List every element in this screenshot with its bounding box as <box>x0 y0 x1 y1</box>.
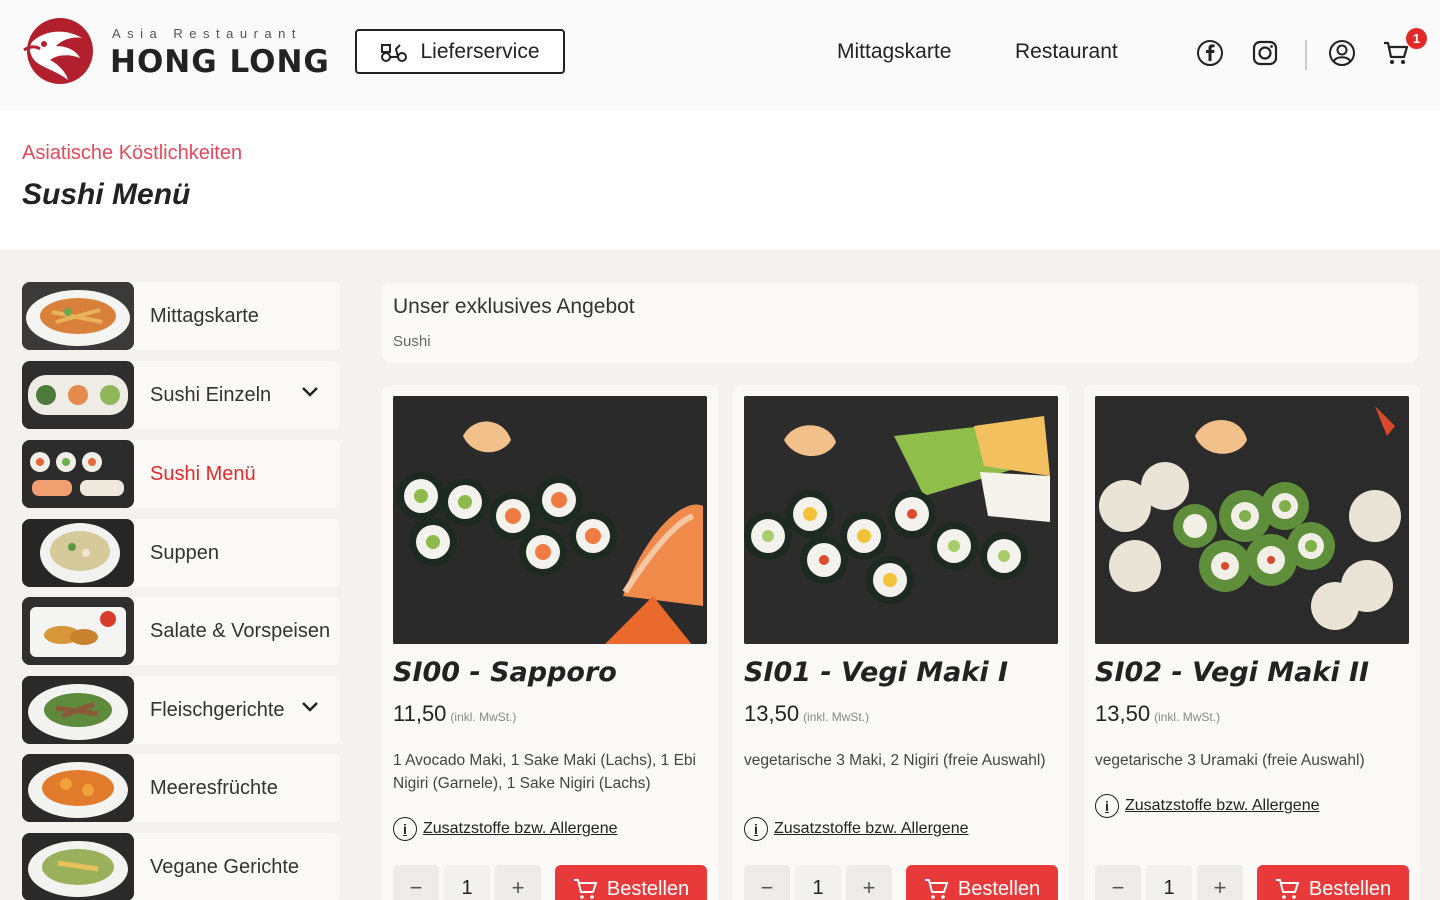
cart-count-badge: 1 <box>1406 28 1427 49</box>
order-label: Bestellen <box>606 877 690 900</box>
page-title: Sushi Menü <box>22 178 191 211</box>
qty-increase-button[interactable]: + <box>1197 865 1243 900</box>
tax-note: (inkl. MwSt.) <box>803 710 870 724</box>
dragon-logo-icon <box>23 18 93 84</box>
sidebar-item-salate-vorspeisen[interactable]: Salate & Vorspeisen <box>22 597 340 665</box>
tax-note: (inkl. MwSt.) <box>450 710 517 724</box>
meeresfruechte-thumbnail <box>22 754 134 822</box>
delivery-button[interactable]: Lieferservice <box>355 29 565 74</box>
qty-increase-button[interactable]: + <box>846 865 892 900</box>
allergen-label: Zusatzstoffe bzw. Allergene <box>774 820 969 837</box>
product-image[interactable] <box>393 396 707 644</box>
scooter-icon <box>381 43 408 62</box>
sidebar-item-sushi-menu[interactable]: Sushi Menü <box>22 440 340 508</box>
delivery-label: Lieferservice <box>420 39 540 63</box>
qty-decrease-button[interactable]: − <box>744 865 790 900</box>
fleischgerichte-thumbnail <box>22 676 134 744</box>
sidebar-label: Fleischgerichte <box>150 698 285 721</box>
sidebar-label: Suppen <box>150 541 219 564</box>
product-description: 1 Avocado Maki, 1 Sake Maki (Lachs), 1 E… <box>393 752 696 792</box>
account-icon[interactable] <box>1327 38 1357 68</box>
qty-decrease-button[interactable]: − <box>1095 865 1141 900</box>
product-image[interactable] <box>744 396 1058 644</box>
cart-icon <box>1275 879 1300 899</box>
order-button[interactable]: Bestellen <box>906 865 1058 900</box>
vegane-gerichte-thumbnail <box>22 833 134 900</box>
sidebar-label: Mittagskarte <box>150 304 259 327</box>
sidebar-item-sushi-einzeln[interactable]: Sushi Einzeln <box>22 361 340 429</box>
site-header: Asia Restaurant HONG LONG Lieferservice … <box>0 0 1440 110</box>
sidebar-label: Meeresfrüchte <box>150 776 278 799</box>
product-card-si00: SI00 - Sapporo 11,50 (inkl. MwSt.) 1 Avoc… <box>382 385 718 900</box>
facebook-icon[interactable] <box>1195 38 1225 68</box>
nav-link-restaurant[interactable]: Restaurant <box>1015 40 1118 64</box>
product-price: 13,50 (inkl. MwSt.) <box>1095 701 1220 727</box>
sidebar-item-vegane-gerichte[interactable]: Vegane Gerichte <box>22 833 340 900</box>
salate-vorspeisen-thumbnail <box>22 597 134 665</box>
instagram-icon[interactable] <box>1250 38 1280 68</box>
price-value: 13,50 <box>744 701 800 726</box>
product-card-si01: SI01 - Vegi Maki I 13,50 (inkl. MwSt.) ve… <box>733 385 1069 900</box>
logo-name: HONG LONG <box>110 44 330 80</box>
product-image[interactable] <box>1095 396 1409 644</box>
qty-value[interactable]: 1 <box>444 865 490 900</box>
sidebar-item-fleischgerichte[interactable]: Fleischgerichte <box>22 676 340 744</box>
offer-subtitle: Sushi <box>393 333 431 350</box>
sidebar-label: Sushi Menü <box>150 462 256 485</box>
sidebar-item-suppen[interactable]: Suppen <box>22 519 340 587</box>
product-title: SI01 - Vegi Maki I <box>744 657 1009 688</box>
logo-subtitle: Asia Restaurant <box>112 26 302 41</box>
allergen-link[interactable]: i Zusatzstoffe bzw. Allergene <box>1095 794 1319 818</box>
page-title-band: Asiatische Köstlichkeiten Sushi Menü <box>0 110 1440 250</box>
product-title: SI02 - Vegi Maki II <box>1095 657 1370 688</box>
product-card-si02: SI02 - Vegi Maki II 13,50 (inkl. MwSt.) v… <box>1084 385 1420 900</box>
suppen-thumbnail <box>22 519 134 587</box>
allergen-link[interactable]: i Zusatzstoffe bzw. Allergene <box>393 817 617 841</box>
product-description: vegetarische 3 Maki, 2 Nigiri (freie Aus… <box>744 752 1046 769</box>
sushi-einzeln-thumbnail <box>22 361 134 429</box>
price-value: 11,50 <box>393 701 447 726</box>
cart-icon <box>573 879 598 899</box>
sidebar-label: Sushi Einzeln <box>150 383 272 406</box>
page-eyebrow: Asiatische Köstlichkeiten <box>22 142 243 164</box>
offer-banner: Unser exklusives Angebot Sushi <box>382 283 1418 363</box>
sidebar-item-mittagskarte[interactable]: Mittagskarte <box>22 282 340 350</box>
order-button[interactable]: Bestellen <box>1257 865 1409 900</box>
chevron-down-icon[interactable] <box>300 385 320 399</box>
nav-divider <box>1305 40 1307 70</box>
cart-icon <box>924 879 949 899</box>
allergen-label: Zusatzstoffe bzw. Allergene <box>423 820 618 837</box>
info-icon: i <box>393 817 417 841</box>
nav-link-mittagskarte[interactable]: Mittagskarte <box>837 40 951 64</box>
qty-value[interactable]: 1 <box>1146 865 1192 900</box>
product-price: 11,50 (inkl. MwSt.) <box>393 701 516 727</box>
sidebar-item-meeresfruechte[interactable]: Meeresfrüchte <box>22 754 340 822</box>
qty-value[interactable]: 1 <box>795 865 841 900</box>
order-button[interactable]: Bestellen <box>555 865 707 900</box>
qty-decrease-button[interactable]: − <box>393 865 439 900</box>
logo[interactable]: Asia Restaurant HONG LONG <box>22 16 329 88</box>
sidebar-label: Vegane Gerichte <box>150 855 299 878</box>
info-icon: i <box>744 817 768 841</box>
allergen-link[interactable]: i Zusatzstoffe bzw. Allergene <box>744 817 968 841</box>
product-price: 13,50 (inkl. MwSt.) <box>744 701 869 727</box>
offer-title: Unser exklusives Angebot <box>393 295 635 318</box>
qty-increase-button[interactable]: + <box>495 865 541 900</box>
info-icon: i <box>1095 794 1119 818</box>
allergen-label: Zusatzstoffe bzw. Allergene <box>1125 797 1320 814</box>
chevron-down-icon[interactable] <box>300 700 320 714</box>
tax-note: (inkl. MwSt.) <box>1154 710 1221 724</box>
product-title: SI00 - Sapporo <box>393 657 617 688</box>
sushi-menu-thumbnail <box>22 440 134 508</box>
sidebar-label: Salate & Vorspeisen <box>150 619 331 642</box>
mittagskarte-thumbnail <box>22 282 134 350</box>
price-value: 13,50 <box>1095 701 1151 726</box>
order-label: Bestellen <box>957 877 1041 900</box>
order-label: Bestellen <box>1308 877 1392 900</box>
product-description: vegetarische 3 Uramaki (freie Auswahl) <box>1095 752 1365 769</box>
